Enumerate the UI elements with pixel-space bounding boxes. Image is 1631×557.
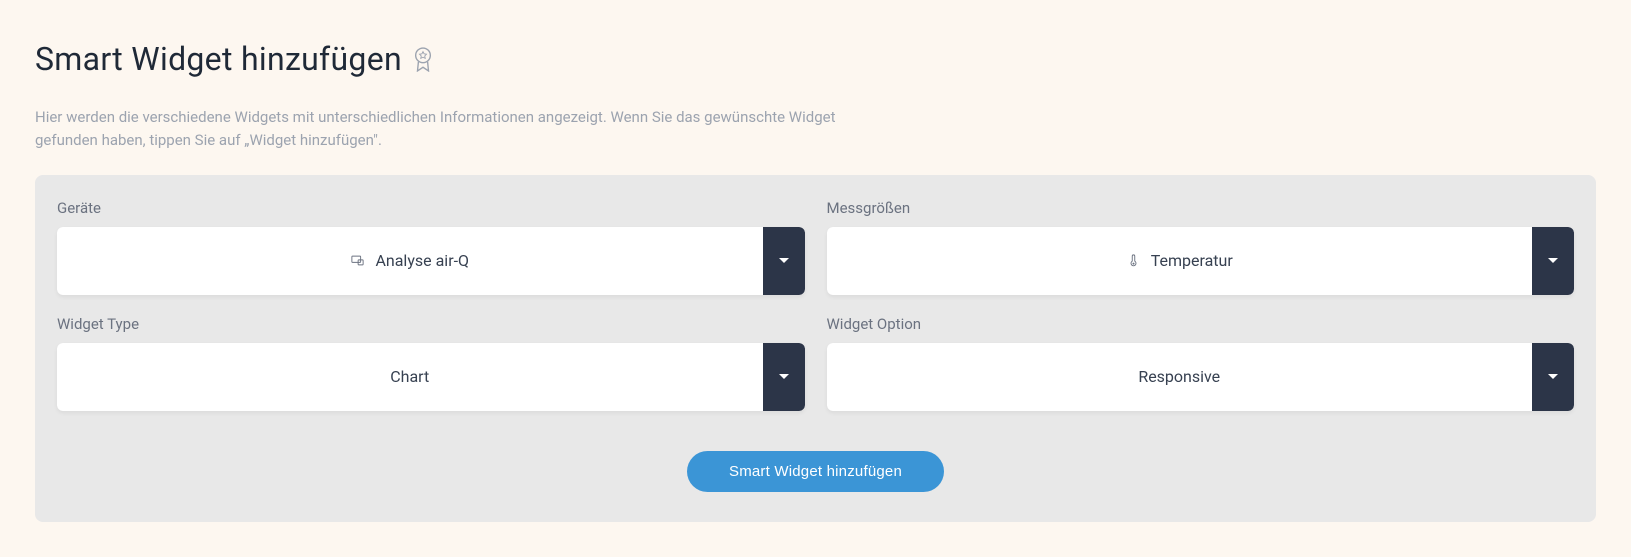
widget-option-select[interactable]: Responsive [827, 343, 1575, 411]
form-group-measurements: Messgrößen Temperatur [827, 199, 1575, 295]
widget-option-select-display[interactable]: Responsive [827, 343, 1533, 411]
widget-type-label: Widget Type [57, 315, 805, 333]
thermometer-icon [1126, 253, 1141, 268]
devices-select-display[interactable]: Analyse air-Q [57, 227, 763, 295]
devices-label: Geräte [57, 199, 805, 217]
widget-type-select-display[interactable]: Chart [57, 343, 763, 411]
measurements-select-display[interactable]: Temperatur [827, 227, 1533, 295]
devices-select-value: Analyse air-Q [375, 251, 469, 270]
form-group-widget-type: Widget Type Chart [57, 315, 805, 411]
form-group-devices: Geräte Analyse air-Q [57, 199, 805, 295]
devices-select[interactable]: Analyse air-Q [57, 227, 805, 295]
measurements-select[interactable]: Temperatur [827, 227, 1575, 295]
measurements-select-value: Temperatur [1151, 251, 1233, 270]
page-header: Smart Widget hinzufügen [35, 40, 1596, 78]
form-grid: Geräte Analyse air-Q Messgrößen [57, 199, 1574, 411]
measurements-select-toggle[interactable] [1532, 227, 1574, 295]
page-title: Smart Widget hinzufügen [35, 40, 402, 78]
device-icon [350, 253, 365, 268]
widget-type-select-value: Chart [390, 367, 429, 386]
widget-option-label: Widget Option [827, 315, 1575, 333]
form-panel: Geräte Analyse air-Q Messgrößen [35, 175, 1596, 522]
widget-option-select-value: Responsive [1138, 367, 1220, 386]
chevron-down-icon [779, 258, 789, 263]
widget-type-select-toggle[interactable] [763, 343, 805, 411]
button-row: Smart Widget hinzufügen [57, 451, 1574, 492]
chevron-down-icon [1548, 374, 1558, 379]
page-description: Hier werden die verschiedene Widgets mit… [35, 106, 855, 153]
widget-option-select-toggle[interactable] [1532, 343, 1574, 411]
add-widget-button[interactable]: Smart Widget hinzufügen [687, 451, 944, 492]
chevron-down-icon [779, 374, 789, 379]
widget-type-select[interactable]: Chart [57, 343, 805, 411]
measurements-label: Messgrößen [827, 199, 1575, 217]
chevron-down-icon [1548, 258, 1558, 263]
award-badge-icon [412, 46, 434, 72]
devices-select-toggle[interactable] [763, 227, 805, 295]
form-group-widget-option: Widget Option Responsive [827, 315, 1575, 411]
